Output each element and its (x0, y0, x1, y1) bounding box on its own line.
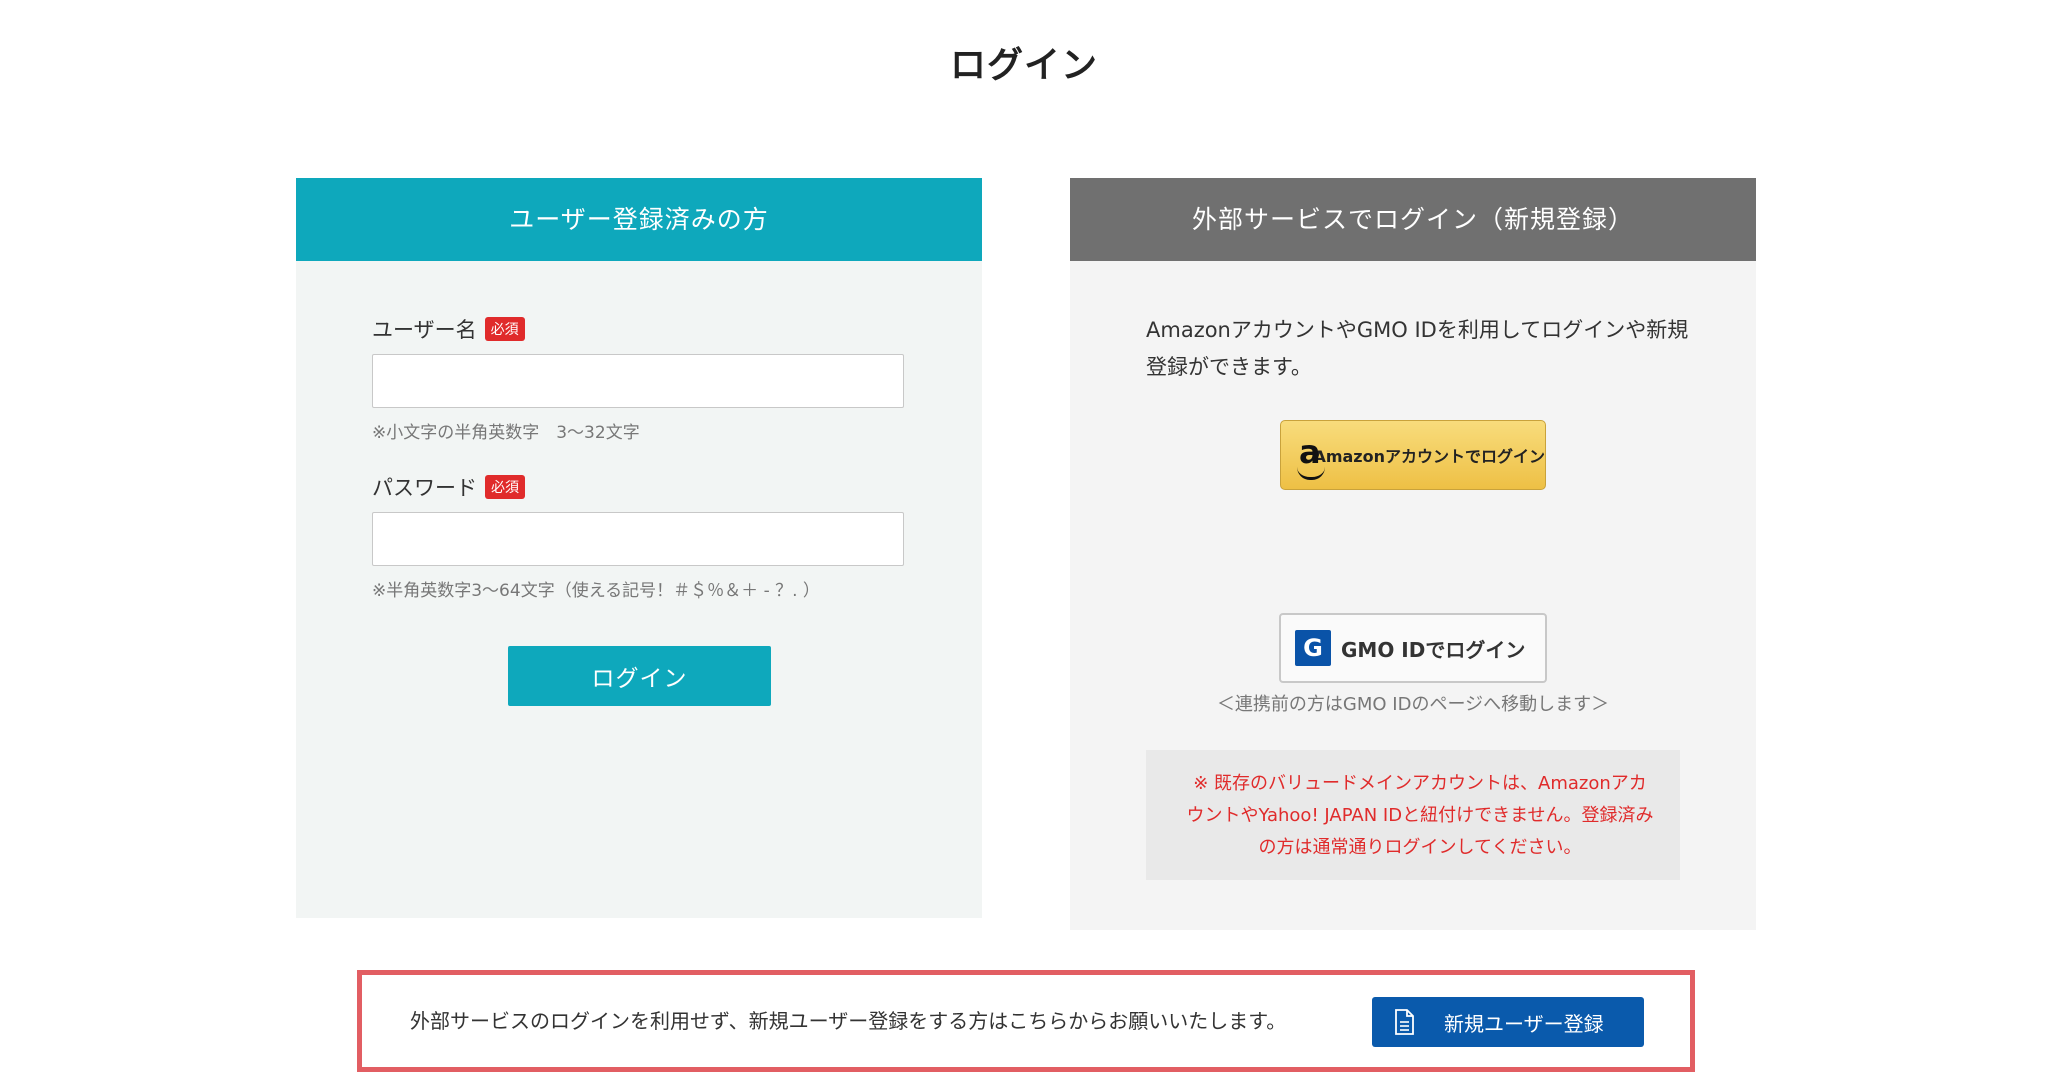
required-badge: 必須 (484, 317, 525, 341)
required-badge: 必須 (485, 475, 525, 499)
external-intro-text: AmazonアカウントやGMO IDを利用してログインや新規登録ができます。 (1146, 318, 1689, 379)
page-title: ログイン (949, 45, 1098, 86)
new-registration-text: 外部サービスのログインを利用せず、新規ユーザー登録をする方はこちらからお願いいた… (410, 1009, 1287, 1033)
password-label-text: パスワード (372, 476, 477, 500)
warning-text: ※ 既存のバリュードメインアカウントは、AmazonアカウントやYahoo! J… (1186, 773, 1654, 858)
username-hint: ※小文字の半角英数字 3〜32文字 (372, 423, 640, 443)
amazon-logo-icon: a (1293, 433, 1325, 480)
amazon-logo-letter: a (1299, 433, 1321, 471)
username-label-text: ユーザー名 (372, 318, 477, 342)
amazon-login-label: Amazonアカウントでログイン (1313, 447, 1545, 466)
username-label: ユーザー名 必須 (372, 314, 525, 344)
new-registration-section: 外部サービスのログインを利用せず、新規ユーザー登録をする方はこちらからお願いいた… (357, 970, 1695, 1072)
gmo-logo-icon: G (1295, 630, 1331, 666)
password-hint: ※半角英数字3〜64文字（使える記号！＃＄％＆＋ - ？. ） (372, 581, 820, 601)
member-login-panel: ユーザー登録済みの方 ユーザー名 必須 ※小文字の半角英数字 3〜32文字 パスワ… (296, 178, 982, 918)
gmo-logo-letter: G (1303, 634, 1323, 662)
login-button[interactable]: ログイン (508, 646, 771, 706)
external-panel-header: 外部サービスでログイン（新規登録） (1070, 178, 1756, 261)
document-icon (1395, 1009, 1414, 1035)
external-login-panel: 外部サービスでログイン（新規登録） AmazonアカウントやGMO IDを利用し… (1070, 178, 1756, 930)
member-panel-header: ユーザー登録済みの方 (296, 178, 982, 261)
username-input[interactable] (372, 354, 904, 408)
password-input[interactable] (372, 512, 904, 566)
new-user-register-button[interactable]: 新規ユーザー登録 (1372, 997, 1644, 1047)
gmo-login-label: GMO IDでログイン (1341, 637, 1526, 662)
new-user-register-label: 新規ユーザー登録 (1444, 1011, 1604, 1036)
gmo-redirect-note: ＜連携前の方はGMO IDのページへ移動します＞ (1216, 694, 1610, 715)
amazon-login-button[interactable]: a Amazonアカウントでログイン (1280, 420, 1546, 490)
amazon-smile-icon (1297, 467, 1325, 480)
warning-box: ※ 既存のバリュードメインアカウントは、AmazonアカウントやYahoo! J… (1146, 750, 1680, 880)
password-label: パスワード 必須 (372, 472, 525, 502)
gmo-login-button[interactable]: G GMO IDでログイン (1279, 613, 1547, 683)
